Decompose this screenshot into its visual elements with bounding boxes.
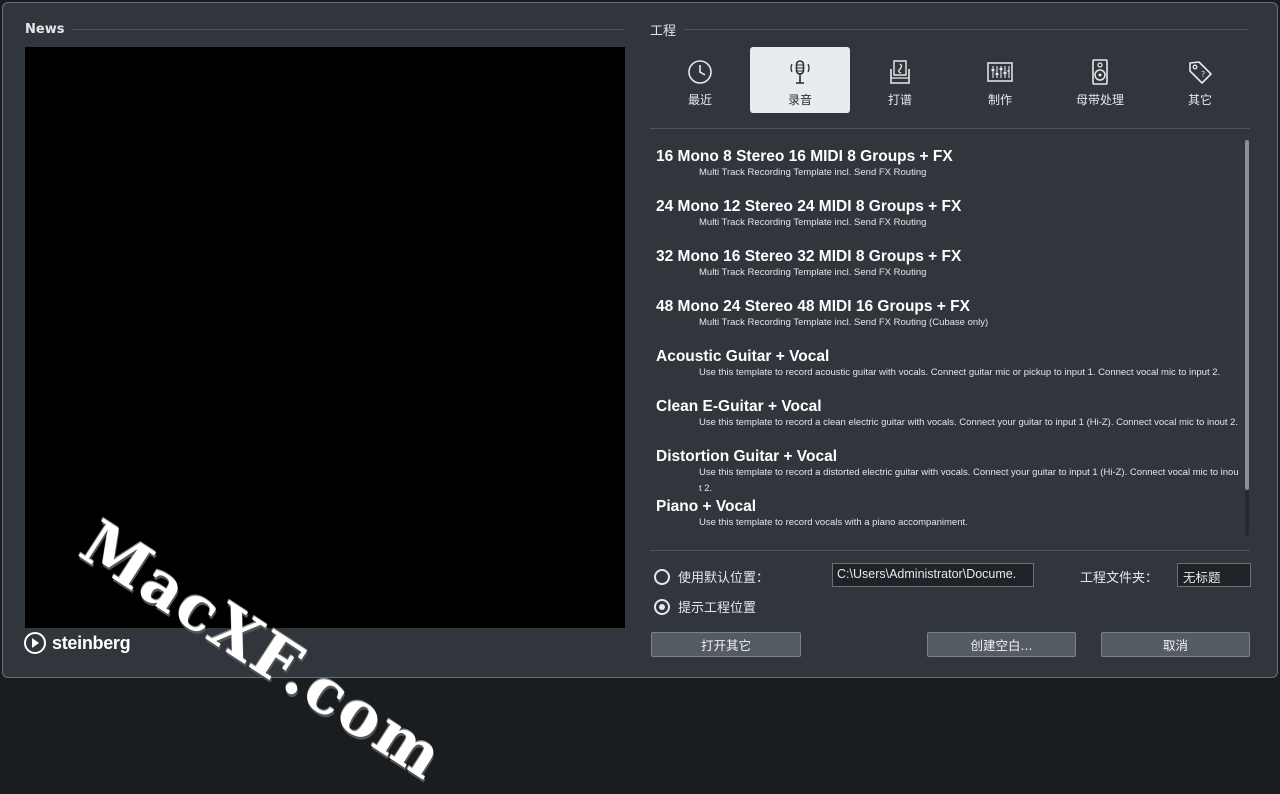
news-header: News <box>25 20 625 38</box>
tab-other[interactable]: ? 其它 <box>1150 47 1250 113</box>
template-item[interactable]: 32 Mono 16 Stereo 32 MIDI 8 Groups + FX … <box>650 248 1240 281</box>
project-header-rule <box>684 28 1248 30</box>
tabs-divider <box>650 128 1250 129</box>
template-title: 48 Mono 24 Stereo 48 MIDI 16 Groups + FX <box>656 298 970 315</box>
template-description: Multi Track Recording Template incl. Sen… <box>699 267 927 278</box>
template-title: 24 Mono 12 Stereo 24 MIDI 8 Groups + FX <box>656 198 962 215</box>
default-location-radio[interactable] <box>654 568 670 585</box>
project-folder-field[interactable]: 无标题 <box>1177 563 1251 587</box>
template-title: Clean E-Guitar + Vocal <box>656 398 822 415</box>
default-location-option[interactable]: 使用默认位置： <box>654 567 769 586</box>
steinberg-logo: steinberg <box>24 632 131 654</box>
tab-production[interactable]: 制作 <box>950 47 1050 113</box>
tag-icon: ? <box>1189 61 1212 84</box>
project-header: 工程 <box>650 20 1248 39</box>
speaker-icon <box>1092 59 1108 85</box>
tab-label: 制作 <box>987 93 1012 107</box>
template-description: Use this template to record a clean elec… <box>699 417 1239 428</box>
template-title: Acoustic Guitar + Vocal <box>656 348 830 365</box>
template-item[interactable]: 16 Mono 8 Stereo 16 MIDI 8 Groups + FX M… <box>650 148 1240 181</box>
template-item[interactable]: Distortion Guitar + Vocal Use this templ… <box>650 448 1240 497</box>
prompt-location-label: 提示工程位置 <box>678 601 757 616</box>
tab-recent[interactable]: 最近 <box>650 47 750 113</box>
template-item[interactable]: Clean E-Guitar + Vocal Use this template… <box>650 398 1240 431</box>
template-description: Multi Track Recording Template incl. Sen… <box>699 167 927 178</box>
create-empty-button[interactable]: 创建空白... <box>927 632 1076 657</box>
prompt-location-radio[interactable] <box>654 598 670 615</box>
open-other-button[interactable]: 打开其它 <box>651 632 801 657</box>
template-item[interactable]: 48 Mono 24 Stereo 48 MIDI 16 Groups + FX… <box>650 298 1240 331</box>
template-description: Use this template to record a distorted … <box>699 467 1239 494</box>
news-viewer[interactable] <box>25 47 625 628</box>
tab-scoring[interactable]: 打谱 <box>850 47 950 113</box>
clock-icon <box>688 60 712 84</box>
template-list-scrollbar[interactable] <box>1245 140 1249 536</box>
template-description: Use this template to record acoustic gui… <box>699 367 1221 378</box>
news-header-rule <box>72 28 625 30</box>
template-description: Multi Track Recording Template incl. Sen… <box>699 317 989 328</box>
brand-name: steinberg <box>52 632 131 653</box>
project-title: 工程 <box>650 23 677 39</box>
template-item[interactable]: 24 Mono 12 Stereo 24 MIDI 8 Groups + FX … <box>650 198 1240 231</box>
template-item[interactable]: Piano + Vocal Use this template to recor… <box>650 498 1240 531</box>
category-tabs: 最近 录音 打谱 制作 母带处理 ? 其它 <box>650 47 1250 113</box>
tab-recording[interactable]: 录音 <box>750 47 850 113</box>
svg-text:?: ? <box>1201 70 1205 79</box>
tab-mastering[interactable]: 母带处理 <box>1050 47 1150 113</box>
template-title: Piano + Vocal <box>656 498 757 515</box>
template-list[interactable]: 16 Mono 8 Stereo 16 MIDI 8 Groups + FX M… <box>650 140 1240 540</box>
microphone-icon <box>790 60 810 84</box>
tab-label: 其它 <box>1187 93 1212 107</box>
tab-label: 打谱 <box>887 93 912 107</box>
tab-label: 母带处理 <box>1075 93 1124 107</box>
news-title: News <box>25 21 65 37</box>
template-description: Use this template to record vocals with … <box>699 517 968 528</box>
project-folder-label: 工程文件夹： <box>1080 571 1159 586</box>
list-divider <box>650 550 1250 551</box>
template-title: 16 Mono 8 Stereo 16 MIDI 8 Groups + FX <box>656 148 953 165</box>
template-description: Multi Track Recording Template incl. Sen… <box>699 217 927 228</box>
tab-label: 录音 <box>787 93 812 107</box>
mixer-icon <box>987 62 1013 82</box>
scrollbar-thumb[interactable] <box>1245 140 1249 490</box>
template-title: 32 Mono 16 Stereo 32 MIDI 8 Groups + FX <box>656 248 962 265</box>
prompt-location-option[interactable]: 提示工程位置 <box>654 597 756 616</box>
template-item[interactable]: Acoustic Guitar + Vocal Use this templat… <box>650 348 1240 381</box>
play-circle-icon <box>24 632 46 654</box>
cancel-button[interactable]: 取消 <box>1101 632 1250 657</box>
template-title: Distortion Guitar + Vocal <box>656 448 838 465</box>
location-path-field[interactable]: C:\Users\Administrator\Docume. <box>832 563 1034 587</box>
score-icon <box>890 60 910 84</box>
tab-label: 最近 <box>687 93 712 107</box>
default-location-label: 使用默认位置： <box>678 571 770 586</box>
